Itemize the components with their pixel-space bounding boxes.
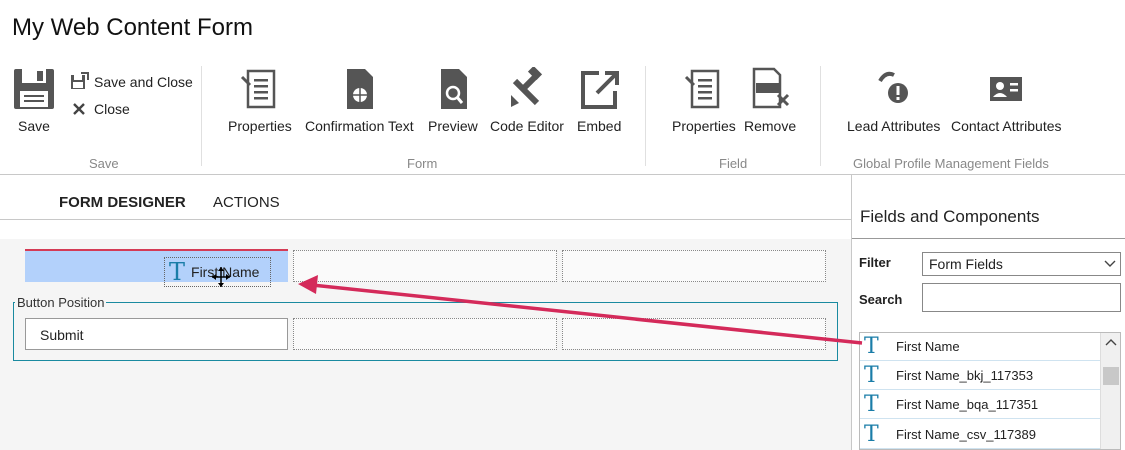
designer-tabs: FORM DESIGNER ACTIONS	[0, 175, 851, 220]
submit-button-field[interactable]: Submit	[25, 318, 288, 350]
chevron-down-icon	[1104, 256, 1116, 273]
globe-document-icon	[337, 66, 381, 112]
confirmation-text-label: Confirmation Text	[305, 118, 414, 134]
lead-alert-icon	[872, 66, 916, 112]
list-item-label: First Name_bqa_117351	[896, 397, 1039, 412]
list-scrollbar[interactable]	[1100, 333, 1120, 449]
contact-attributes-label: Contact Attributes	[951, 118, 1062, 134]
list-item[interactable]: T First Name_csv_117389	[860, 421, 1100, 449]
group-label-form: Form	[407, 156, 438, 171]
filter-select[interactable]: Form Fields	[922, 252, 1121, 276]
panel-title: Fields and Components	[860, 207, 1040, 226]
list-item-label: First Name_csv_117389	[896, 427, 1036, 442]
remove-icon	[748, 66, 792, 112]
embed-icon	[577, 66, 621, 112]
code-editor-label: Code Editor	[490, 118, 564, 134]
list-item-label: First Name_bkj_117353	[896, 368, 1034, 383]
save-and-close-button[interactable]: Save and Close	[69, 72, 193, 92]
confirmation-text-button[interactable]: Confirmation Text	[305, 66, 414, 134]
form-properties-label: Properties	[228, 118, 292, 134]
properties-icon	[682, 66, 726, 112]
panel-divider	[852, 238, 1125, 239]
preview-button[interactable]: Preview	[428, 66, 478, 134]
form-cell[interactable]	[293, 318, 557, 350]
scroll-thumb[interactable]	[1103, 367, 1119, 385]
move-cursor-icon	[212, 267, 230, 287]
form-cell[interactable]	[562, 318, 826, 350]
save-and-close-label: Save and Close	[94, 74, 193, 90]
preview-label: Preview	[428, 118, 478, 134]
field-properties-button[interactable]: Properties	[672, 66, 736, 134]
code-editor-button[interactable]: Code Editor	[490, 66, 564, 134]
save-close-icon	[69, 72, 89, 92]
group-separator	[820, 66, 821, 166]
form-cell[interactable]	[293, 250, 557, 282]
properties-icon	[238, 66, 282, 112]
tab-actions[interactable]: ACTIONS	[213, 194, 280, 211]
filter-value: Form Fields	[929, 256, 1003, 272]
list-item-label: First Name	[896, 339, 960, 354]
fieldset-legend: Button Position	[15, 295, 107, 310]
code-editor-icon	[505, 66, 549, 112]
group-separator	[645, 66, 646, 166]
text-field-icon: T	[864, 392, 879, 417]
group-label-gpm: Global Profile Management Fields	[853, 156, 1049, 171]
text-field-icon: T	[864, 363, 879, 388]
contact-attributes-button[interactable]: Contact Attributes	[951, 66, 1062, 134]
remove-label: Remove	[744, 118, 797, 134]
list-item[interactable]: T First Name	[860, 333, 1100, 361]
field-properties-label: Properties	[672, 118, 736, 134]
save-icon	[12, 66, 56, 112]
form-properties-button[interactable]: Properties	[228, 66, 292, 134]
remove-button[interactable]: Remove	[744, 66, 796, 134]
close-icon	[69, 99, 89, 119]
tab-form-designer[interactable]: FORM DESIGNER	[59, 194, 186, 211]
group-label-field: Field	[719, 156, 748, 171]
text-field-icon: T	[864, 422, 879, 447]
filter-label: Filter	[859, 255, 891, 270]
search-input[interactable]	[922, 283, 1121, 312]
text-field-icon: T	[864, 334, 879, 359]
contact-card-icon	[984, 66, 1028, 112]
list-item[interactable]: T First Name_bkj_117353	[860, 362, 1100, 390]
close-label: Close	[94, 101, 130, 117]
group-label-save: Save	[89, 156, 119, 171]
text-field-icon: T	[169, 258, 186, 286]
fields-components-panel: Fields and Components Filter Form Fields…	[851, 175, 1125, 450]
save-button[interactable]: Save	[12, 66, 56, 134]
embed-button[interactable]: Embed	[577, 66, 621, 134]
search-label: Search	[859, 292, 903, 307]
lead-attributes-button[interactable]: Lead Attributes	[847, 66, 940, 134]
lead-attributes-label: Lead Attributes	[847, 118, 941, 134]
form-cell[interactable]	[562, 250, 826, 282]
ribbon: Save Save and Close Close Save Propertie…	[0, 58, 1125, 174]
list-item[interactable]: T First Name_bqa_117351	[860, 391, 1100, 419]
embed-label: Embed	[577, 118, 622, 134]
preview-icon	[431, 66, 475, 112]
save-label: Save	[18, 118, 50, 134]
close-button[interactable]: Close	[69, 99, 130, 119]
fields-list: T First Name T First Name_bkj_117353 T F…	[859, 332, 1121, 450]
page-title: My Web Content Form	[12, 14, 253, 41]
chevron-up-icon[interactable]	[1105, 337, 1117, 350]
group-separator	[201, 66, 202, 166]
